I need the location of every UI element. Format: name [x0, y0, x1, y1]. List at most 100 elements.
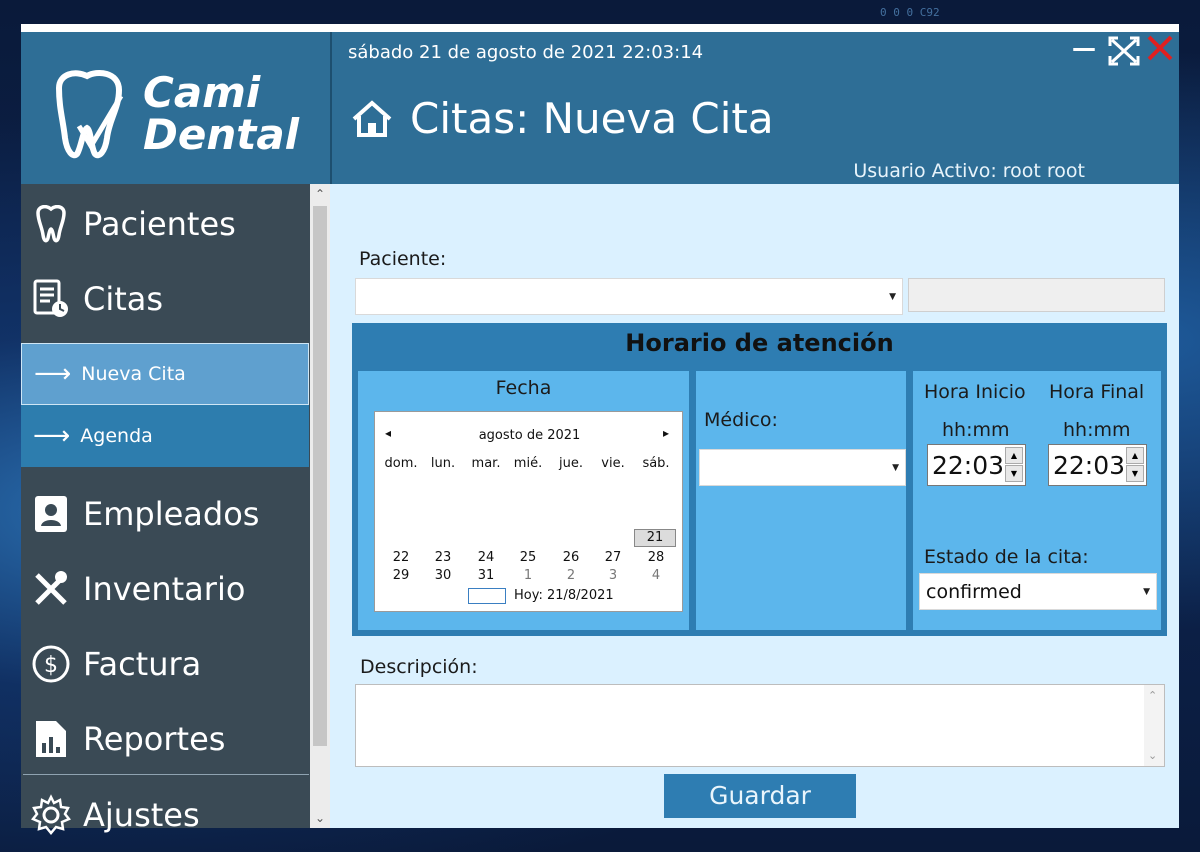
sidebar-item-label: Reportes: [83, 719, 226, 758]
weekday-label: sáb.: [642, 456, 670, 471]
sidebar-item-label: Empleados: [83, 494, 260, 533]
page-title: Citas: Nueva Cita: [350, 94, 774, 143]
description-textarea[interactable]: ⌃ ⌄: [355, 684, 1165, 767]
home-icon: [352, 99, 392, 137]
start-time-label: Hora Inicio: [924, 381, 1026, 403]
tooth-logo-icon: [55, 70, 124, 159]
calendar-day[interactable]: 28: [639, 550, 673, 565]
spin-down-icon[interactable]: ▼: [1126, 465, 1144, 482]
time-panel: Hora Inicio Hora Final hh:mm hh:mm 22:03…: [913, 371, 1161, 630]
calendar-day[interactable]: 4: [639, 568, 673, 583]
chevron-down-icon[interactable]: ⌄: [1148, 749, 1157, 762]
dropdown-arrow-icon: ▼: [892, 462, 899, 473]
patient-info-field: [908, 278, 1165, 312]
close-icon[interactable]: [1146, 34, 1174, 68]
status-select[interactable]: confirmed ▼: [919, 573, 1157, 610]
spin-down-icon[interactable]: ▼: [1005, 465, 1023, 482]
sidebar-item-pacientes[interactable]: Pacientes: [21, 186, 309, 261]
chevron-up-icon[interactable]: ⌃: [1148, 689, 1157, 702]
calendar-day[interactable]: 23: [426, 550, 460, 565]
patient-select[interactable]: ▼: [355, 278, 903, 315]
header: sábado 21 de agosto de 2021 22:03:14 Cit…: [330, 32, 1179, 184]
sidebar-item-empleados[interactable]: Empleados: [21, 476, 309, 551]
sidebar-subitem-label: Nueva Cita: [81, 363, 186, 385]
sidebar-item-reportes[interactable]: Reportes: [21, 701, 309, 776]
sidebar-subitem-nueva-cita[interactable]: ⟶ Nueva Cita: [21, 343, 309, 405]
doctor-panel: Médico: ▼: [696, 371, 906, 630]
doctor-label: Médico:: [704, 409, 778, 431]
calendar-day[interactable]: 26: [554, 550, 588, 565]
calendar-day[interactable]: 2: [554, 568, 588, 583]
weekday-label: mié.: [513, 456, 543, 471]
calendar-day[interactable]: 22: [384, 550, 418, 565]
description-scrollbar[interactable]: ⌃ ⌄: [1144, 685, 1164, 766]
datetime-display: sábado 21 de agosto de 2021 22:03:14: [348, 42, 704, 63]
sidebar-item-label: Ajustes: [83, 795, 200, 834]
date-panel: Fecha ◂ agosto de 2021 ▸ dom. lun. mar. …: [358, 371, 689, 630]
end-format-label: hh:mm: [1063, 419, 1131, 441]
calendar-day[interactable]: 30: [426, 568, 460, 583]
scrollbar-thumb[interactable]: [313, 206, 327, 746]
calendar-today-link[interactable]: Hoy: 21/8/2021: [514, 588, 614, 603]
save-button[interactable]: Guardar: [664, 774, 856, 818]
page-title-text: Citas: Nueva Cita: [410, 94, 774, 143]
arrow-right-icon: ⟶: [33, 421, 71, 451]
spin-up-icon[interactable]: ▲: [1005, 447, 1023, 464]
schedule-title: Horario de atención: [625, 329, 894, 357]
date-calendar[interactable]: ◂ agosto de 2021 ▸ dom. lun. mar. mié. j…: [374, 411, 683, 612]
maximize-icon[interactable]: [1108, 36, 1140, 72]
status-label: Estado de la cita:: [924, 546, 1089, 568]
chevron-up-icon[interactable]: ⌃: [310, 184, 330, 204]
weekday-label: dom.: [384, 456, 418, 471]
active-user: Usuario Activo: root root: [853, 160, 1085, 182]
start-time-input[interactable]: 22:03 ▲ ▼: [927, 444, 1026, 486]
appointments-icon: [29, 277, 73, 321]
calendar-day[interactable]: 25: [511, 550, 545, 565]
calendar-day[interactable]: 27: [596, 550, 630, 565]
calendar-month: agosto de 2021: [478, 428, 581, 443]
background-decoration: 0 0 0 C92: [880, 6, 940, 19]
description-label: Descripción:: [360, 656, 478, 678]
weekday-label: vie.: [601, 456, 625, 471]
sidebar-subitem-agenda[interactable]: ⟶ Agenda: [21, 405, 309, 467]
sidebar: Cami Dental Pacientes Citas ⟶ Nueva Cita: [21, 32, 330, 835]
calendar-next-icon[interactable]: ▸: [663, 426, 669, 440]
dropdown-arrow-icon: ▼: [1143, 586, 1150, 597]
sidebar-item-factura[interactable]: $ Factura: [21, 626, 309, 701]
sidebar-item-inventario[interactable]: Inventario: [21, 551, 309, 626]
sidebar-item-citas[interactable]: Citas: [21, 261, 309, 336]
dropdown-arrow-icon: ▼: [889, 291, 896, 302]
sidebar-item-label: Pacientes: [83, 204, 236, 243]
start-time-value: 22:03: [932, 451, 1005, 480]
arrow-right-icon: ⟶: [34, 359, 72, 389]
calendar-day[interactable]: 31: [469, 568, 503, 583]
calendar-day[interactable]: 29: [384, 568, 418, 583]
date-label: Fecha: [495, 377, 552, 399]
calendar-day[interactable]: 3: [596, 568, 630, 583]
calendar-day[interactable]: 1: [511, 568, 545, 583]
app-window: Cami Dental Pacientes Citas ⟶ Nueva Cita: [21, 24, 1179, 835]
sidebar-item-label: Citas: [83, 279, 164, 318]
spin-up-icon[interactable]: ▲: [1126, 447, 1144, 464]
minimize-icon[interactable]: —: [1072, 34, 1096, 62]
start-format-label: hh:mm: [942, 419, 1010, 441]
calendar-day-selected[interactable]: 21: [634, 529, 676, 547]
status-select-value: confirmed: [926, 581, 1022, 603]
sidebar-scrollbar[interactable]: ⌃ ⌄: [310, 184, 330, 828]
weekday-label: mar.: [471, 456, 501, 471]
end-time-input[interactable]: 22:03 ▲ ▼: [1048, 444, 1147, 486]
brand-name: Cami Dental: [143, 72, 299, 156]
sidebar-item-ajustes[interactable]: Ajustes: [21, 777, 309, 852]
sidebar-subitem-label: Agenda: [80, 425, 153, 447]
dollar-icon: $: [29, 642, 73, 686]
sidebar-item-label: Inventario: [83, 569, 246, 608]
sidebar-nav: Pacientes Citas ⟶ Nueva Cita ⟶ Agenda Em…: [21, 184, 309, 835]
calendar-day[interactable]: 24: [469, 550, 503, 565]
logo: Cami Dental: [21, 32, 330, 184]
gear-icon: [29, 793, 73, 837]
chevron-down-icon[interactable]: ⌄: [310, 808, 330, 828]
doctor-select[interactable]: ▼: [699, 449, 906, 486]
report-icon: [29, 717, 73, 761]
weekday-label: lun.: [430, 456, 456, 471]
end-time-label: Hora Final: [1049, 381, 1145, 403]
